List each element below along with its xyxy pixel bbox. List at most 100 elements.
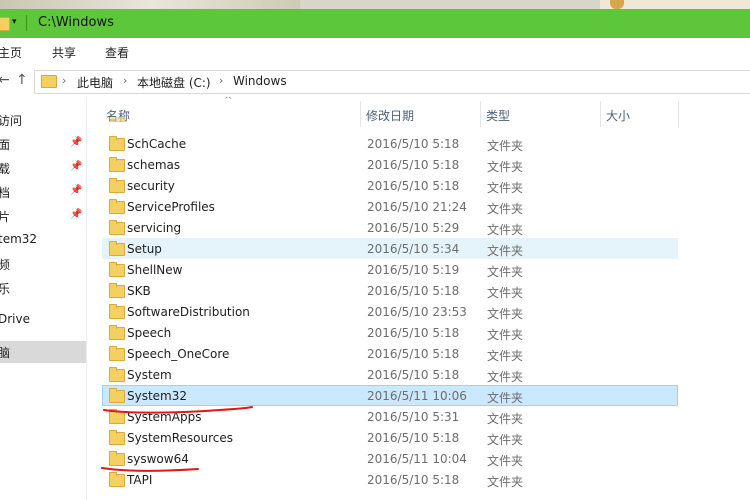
nav-item-quick-access[interactable]: 访问 (0, 109, 86, 131)
sort-ascending-icon: ^ (224, 97, 233, 106)
file-type: 文件夹 (487, 328, 524, 342)
breadcrumb-local-disk[interactable]: 本地磁盘 (C:) (137, 74, 211, 91)
file-name: security (127, 179, 175, 193)
file-type: 文件夹 (487, 391, 524, 405)
nav-item-this-pc[interactable]: 脑 (0, 341, 86, 363)
folder-icon (41, 75, 57, 88)
file-date: 2016/5/11 10:06 (367, 389, 467, 403)
folder-icon (109, 157, 125, 172)
tab-home[interactable]: 主页 (0, 44, 22, 61)
breadcrumb-windows[interactable]: Windows (233, 74, 287, 88)
folder-icon (109, 262, 125, 277)
nav-item-label: 面 (0, 138, 11, 152)
table-row[interactable]: servicing 2016/5/10 5:29 文件夹 (102, 217, 678, 238)
chevron-right-icon[interactable]: › (219, 74, 223, 87)
red-underline-annotation (103, 406, 253, 414)
file-date: 2016/5/10 5:19 (367, 263, 460, 277)
address-row: ← ↑ › 此电脑 › 本地磁盘 (C:) › Windows (0, 65, 750, 97)
pin-icon: 📌 (70, 137, 83, 148)
window-title: C:\Windows (38, 15, 114, 30)
desktop-background-strip (0, 0, 750, 9)
file-type: 文件夹 (487, 244, 524, 258)
nav-item-label: 频 (0, 258, 11, 272)
file-name: SKB (127, 284, 151, 298)
file-name: SystemResources (127, 431, 234, 445)
breadcrumb-this-pc[interactable]: 此电脑 (77, 74, 113, 91)
quick-access-dropdown-icon[interactable]: ▾ (12, 17, 17, 27)
tab-share[interactable]: 共享 (52, 44, 76, 61)
nav-item-label: tem32 (0, 232, 38, 246)
folder-icon (109, 367, 125, 382)
table-row[interactable]: SKB 2016/5/10 5:18 文件夹 (102, 280, 678, 301)
file-date: 2016/5/10 5:18 (367, 284, 460, 298)
nav-item-onedrive[interactable]: Drive (0, 309, 86, 331)
file-date: 2016/5/10 5:31 (367, 410, 460, 424)
file-name: Speech (127, 326, 172, 340)
nav-item-downloads[interactable]: 载 📌 (0, 157, 86, 179)
back-icon[interactable]: ← (0, 72, 10, 88)
title-separator (26, 15, 27, 31)
folder-icon (109, 283, 125, 298)
folder-icon (109, 178, 125, 193)
nav-item-videos[interactable]: 频 (0, 253, 86, 275)
file-name: Setup (127, 242, 162, 256)
file-name: ShellNew (127, 263, 183, 277)
file-name: System (127, 368, 172, 382)
chevron-right-icon[interactable]: › (62, 74, 66, 87)
file-date: 2016/5/10 5:29 (367, 221, 460, 235)
table-row[interactable]: security 2016/5/10 5:18 文件夹 (102, 175, 678, 196)
file-type: 文件夹 (487, 307, 524, 321)
nav-item-pictures[interactable]: 片 📌 (0, 205, 86, 227)
folder-icon (109, 304, 125, 319)
column-divider[interactable] (678, 101, 679, 127)
nav-item-desktop[interactable]: 面 📌 (0, 133, 86, 155)
table-row[interactable]: schemas 2016/5/10 5:18 文件夹 (102, 154, 678, 175)
folder-icon (0, 17, 10, 31)
pin-icon: 📌 (70, 209, 83, 220)
title-bar[interactable]: ▾ C:\Windows (0, 9, 750, 38)
file-type: 文件夹 (487, 139, 524, 153)
nav-item-label: 档 (0, 186, 11, 200)
folder-icon (109, 325, 125, 340)
file-date: 2016/5/10 5:18 (367, 137, 460, 151)
table-row[interactable]: ShellNew 2016/5/10 5:19 文件夹 (102, 259, 678, 280)
file-type: 文件夹 (487, 433, 524, 447)
file-type: 文件夹 (487, 265, 524, 279)
table-row[interactable]: Speech 2016/5/10 5:18 文件夹 (102, 322, 678, 343)
file-type: 文件夹 (487, 454, 524, 468)
file-type: 文件夹 (487, 181, 524, 195)
nav-item-label: 片 (0, 210, 11, 224)
table-row[interactable]: Setup 2016/5/10 5:34 文件夹 (102, 238, 678, 259)
table-row[interactable]: SchCache 2016/5/10 5:18 文件夹 (102, 133, 678, 154)
file-type: 文件夹 (487, 475, 524, 489)
table-row[interactable]: SystemResources 2016/5/10 5:18 文件夹 (102, 427, 678, 448)
file-name: SchCache (127, 137, 187, 151)
tab-view[interactable]: 查看 (105, 44, 129, 61)
file-name: servicing (127, 221, 182, 235)
nav-item-system32[interactable]: tem32 (0, 229, 86, 251)
up-arrow-icon[interactable]: ↑ (16, 72, 28, 88)
file-date: 2016/5/11 10:04 (367, 452, 467, 466)
nav-item-music[interactable]: 乐 (0, 277, 86, 299)
address-bar[interactable]: › 此电脑 › 本地磁盘 (C:) › Windows (34, 70, 750, 94)
file-date: 2016/5/10 23:53 (367, 305, 467, 319)
file-type: 文件夹 (487, 370, 524, 384)
table-row[interactable]: System 2016/5/10 5:18 文件夹 (102, 364, 678, 385)
file-name: schemas (127, 158, 181, 172)
file-type: 文件夹 (487, 160, 524, 174)
file-list: ^ 名称 修改日期 类型 大小 SchCache 2016/5/10 5:18 … (102, 97, 750, 500)
file-date: 2016/5/10 5:18 (367, 179, 460, 193)
folder-icon (109, 430, 125, 445)
nav-item-label: 乐 (0, 282, 11, 296)
folder-icon (109, 346, 125, 361)
table-row[interactable]: ServiceProfiles 2016/5/10 21:24 文件夹 (102, 196, 678, 217)
file-name: Speech_OneCore (127, 347, 230, 361)
nav-item-documents[interactable]: 档 📌 (0, 181, 86, 203)
table-row[interactable]: SoftwareDistribution 2016/5/10 23:53 文件夹 (102, 301, 678, 322)
file-date: 2016/5/10 5:18 (367, 431, 460, 445)
chevron-right-icon[interactable]: › (123, 74, 127, 87)
table-row[interactable]: Speech_OneCore 2016/5/10 5:18 文件夹 (102, 343, 678, 364)
pin-icon: 📌 (70, 185, 83, 196)
nav-item-label: 访问 (0, 114, 23, 128)
folder-icon (109, 241, 125, 256)
